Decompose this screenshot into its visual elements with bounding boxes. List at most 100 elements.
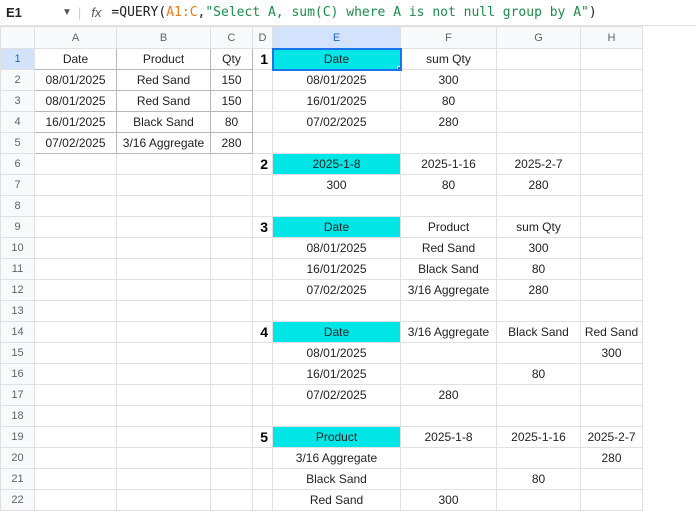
cell[interactable]: Red Sand bbox=[117, 91, 211, 112]
cell[interactable] bbox=[581, 91, 643, 112]
row-header[interactable]: 10 bbox=[1, 238, 35, 259]
row-header[interactable]: 2 bbox=[1, 70, 35, 91]
row-header[interactable]: 8 bbox=[1, 196, 35, 217]
cell[interactable] bbox=[117, 238, 211, 259]
cell[interactable] bbox=[253, 448, 273, 469]
cell[interactable] bbox=[401, 301, 497, 322]
cell[interactable]: sum Qty bbox=[401, 49, 497, 70]
cell[interactable] bbox=[581, 196, 643, 217]
cell[interactable] bbox=[117, 427, 211, 448]
cell[interactable]: 280 bbox=[211, 133, 253, 154]
row-header[interactable]: 7 bbox=[1, 175, 35, 196]
row-header[interactable]: 22 bbox=[1, 490, 35, 511]
cell[interactable] bbox=[117, 217, 211, 238]
cell[interactable] bbox=[35, 259, 117, 280]
cell[interactable] bbox=[581, 49, 643, 70]
cell[interactable]: Date bbox=[35, 49, 117, 70]
cell[interactable] bbox=[211, 217, 253, 238]
col-header-C[interactable]: C bbox=[211, 27, 253, 49]
cell[interactable] bbox=[497, 490, 581, 511]
cell[interactable] bbox=[117, 448, 211, 469]
cell[interactable] bbox=[581, 175, 643, 196]
cell[interactable]: 3/16 Aggregate bbox=[401, 280, 497, 301]
cell[interactable]: 3/16 Aggregate bbox=[117, 133, 211, 154]
cell[interactable]: 16/01/2025 bbox=[35, 112, 117, 133]
cell[interactable] bbox=[401, 469, 497, 490]
cell[interactable]: 3/16 Aggregate bbox=[273, 448, 401, 469]
cell[interactable] bbox=[211, 364, 253, 385]
cell[interactable]: Red Sand bbox=[117, 70, 211, 91]
row-header[interactable]: 19 bbox=[1, 427, 35, 448]
cell[interactable] bbox=[117, 490, 211, 511]
cell[interactable] bbox=[211, 175, 253, 196]
cell[interactable]: 300 bbox=[581, 343, 643, 364]
row-header[interactable]: 5 bbox=[1, 133, 35, 154]
cell[interactable] bbox=[273, 301, 401, 322]
col-header-D[interactable]: D bbox=[253, 27, 273, 49]
cell[interactable] bbox=[211, 469, 253, 490]
cell[interactable] bbox=[35, 448, 117, 469]
cell[interactable]: Red Sand bbox=[273, 490, 401, 511]
cell[interactable] bbox=[253, 196, 273, 217]
cell[interactable]: Red Sand bbox=[401, 238, 497, 259]
cell[interactable] bbox=[253, 385, 273, 406]
row-header[interactable]: 15 bbox=[1, 343, 35, 364]
cell[interactable]: 07/02/2025 bbox=[35, 133, 117, 154]
row-header[interactable]: 18 bbox=[1, 406, 35, 427]
cell[interactable]: 16/01/2025 bbox=[273, 259, 401, 280]
cell[interactable]: 280 bbox=[581, 448, 643, 469]
cell[interactable] bbox=[581, 154, 643, 175]
cell[interactable]: Red Sand bbox=[581, 322, 643, 343]
fx-icon[interactable]: fx bbox=[87, 5, 105, 20]
cell[interactable]: Product bbox=[117, 49, 211, 70]
cell[interactable]: 300 bbox=[401, 490, 497, 511]
cell[interactable] bbox=[117, 196, 211, 217]
cell[interactable] bbox=[253, 469, 273, 490]
cell[interactable] bbox=[253, 133, 273, 154]
cell[interactable]: 80 bbox=[497, 364, 581, 385]
cell[interactable]: 08/01/2025 bbox=[35, 91, 117, 112]
col-header-G[interactable]: G bbox=[497, 27, 581, 49]
cell[interactable] bbox=[117, 469, 211, 490]
cell[interactable] bbox=[401, 448, 497, 469]
row-header[interactable]: 16 bbox=[1, 364, 35, 385]
cell[interactable] bbox=[211, 322, 253, 343]
cell[interactable] bbox=[497, 112, 581, 133]
cell[interactable] bbox=[117, 364, 211, 385]
cell[interactable] bbox=[253, 70, 273, 91]
cell[interactable] bbox=[401, 196, 497, 217]
row-header[interactable]: 6 bbox=[1, 154, 35, 175]
cell[interactable] bbox=[117, 175, 211, 196]
row-header[interactable]: 13 bbox=[1, 301, 35, 322]
cell[interactable] bbox=[581, 469, 643, 490]
cell[interactable] bbox=[35, 364, 117, 385]
cell[interactable] bbox=[401, 406, 497, 427]
cell[interactable] bbox=[35, 322, 117, 343]
cell[interactable] bbox=[253, 259, 273, 280]
selection-handle[interactable] bbox=[397, 66, 401, 70]
cell[interactable] bbox=[497, 406, 581, 427]
cell[interactable]: 2025-1-8 bbox=[401, 427, 497, 448]
cell[interactable] bbox=[35, 469, 117, 490]
cell[interactable] bbox=[581, 280, 643, 301]
cell[interactable]: 80 bbox=[497, 259, 581, 280]
cell[interactable]: 80 bbox=[401, 91, 497, 112]
cell[interactable] bbox=[581, 238, 643, 259]
row-header[interactable]: 12 bbox=[1, 280, 35, 301]
cell[interactable] bbox=[35, 217, 117, 238]
cell[interactable]: 280 bbox=[497, 280, 581, 301]
cell[interactable] bbox=[253, 280, 273, 301]
cell-E1[interactable]: Date bbox=[273, 49, 401, 70]
col-header-F[interactable]: F bbox=[401, 27, 497, 49]
row-header[interactable]: 17 bbox=[1, 385, 35, 406]
cell[interactable] bbox=[35, 196, 117, 217]
cell[interactable] bbox=[581, 259, 643, 280]
cell[interactable]: Product bbox=[273, 427, 401, 448]
cell[interactable] bbox=[581, 301, 643, 322]
cell-reference[interactable]: E1 bbox=[6, 5, 56, 20]
cell[interactable] bbox=[581, 385, 643, 406]
cell[interactable]: 3/16 Aggregate bbox=[401, 322, 497, 343]
row-header[interactable]: 3 bbox=[1, 91, 35, 112]
cell[interactable]: 150 bbox=[211, 91, 253, 112]
cell[interactable]: 07/02/2025 bbox=[273, 280, 401, 301]
